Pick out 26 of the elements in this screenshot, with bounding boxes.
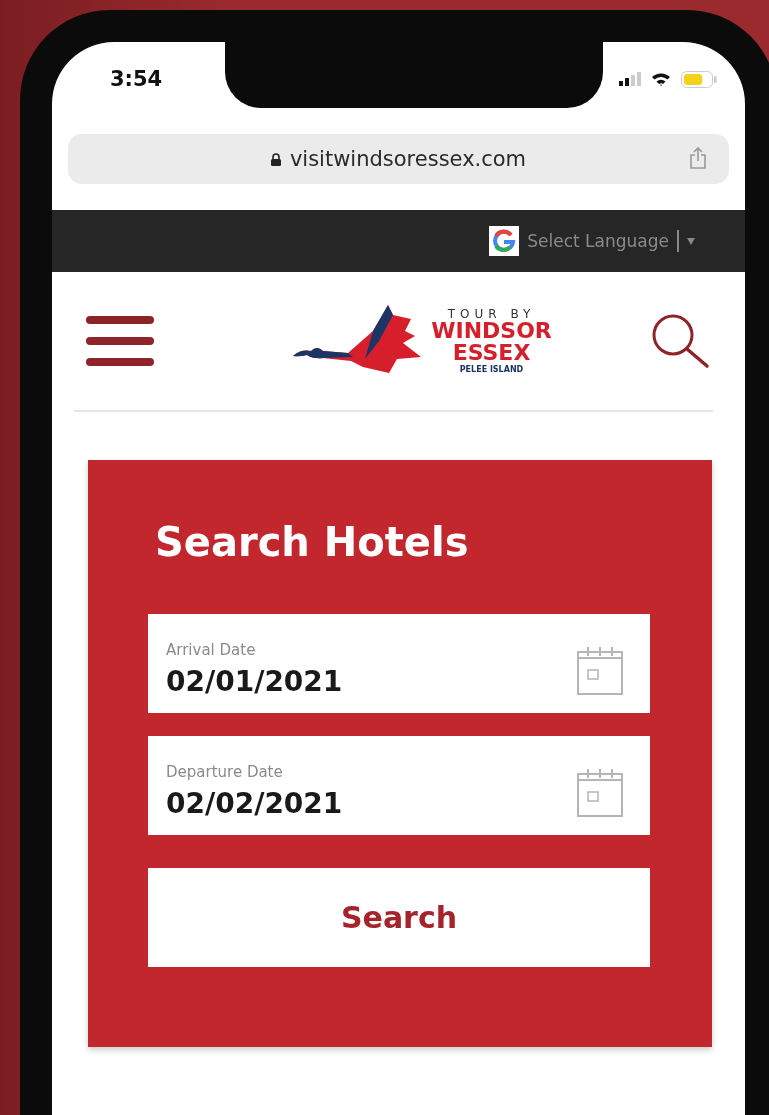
date-field[interactable]: Arrival Date 02/01/2021 — [148, 614, 650, 713]
language-select[interactable]: Select Language — [527, 231, 669, 251]
battery-icon — [681, 70, 717, 88]
logo-text: WINDSOR — [431, 320, 552, 342]
field-label: Departure Date — [166, 763, 284, 781]
logo-text: TOUR BY — [447, 308, 536, 320]
google-g-icon — [489, 226, 520, 256]
field-value: 02/02/2021 — [166, 787, 343, 820]
date-field[interactable]: Departure Date 02/02/2021 — [148, 736, 650, 835]
menu-icon[interactable] — [86, 315, 154, 367]
status-time: 3:54 — [110, 67, 163, 91]
share-icon[interactable] — [689, 146, 707, 170]
logo-text: ESSEX — [452, 342, 531, 364]
signal-icon — [619, 72, 641, 86]
address-bar[interactable]: visitwindsoressex.com — [68, 134, 729, 184]
url-text: visitwindsoressex.com — [289, 147, 527, 171]
field-label: Arrival Date — [166, 641, 257, 659]
logo-text: PELEE ISLAND — [459, 366, 524, 374]
wifi-icon — [651, 71, 671, 87]
field-value: 02/01/2021 — [166, 665, 343, 698]
site-logo[interactable]: TOUR BY WINDSOR ESSEX PELEE ISLAND — [293, 301, 552, 381]
search-icon[interactable] — [651, 313, 711, 369]
dropdown-caret-icon[interactable] — [687, 235, 695, 247]
card-title: Search Hotels — [155, 518, 470, 566]
search-button[interactable]: Search — [148, 868, 650, 967]
lock-icon — [270, 152, 281, 166]
